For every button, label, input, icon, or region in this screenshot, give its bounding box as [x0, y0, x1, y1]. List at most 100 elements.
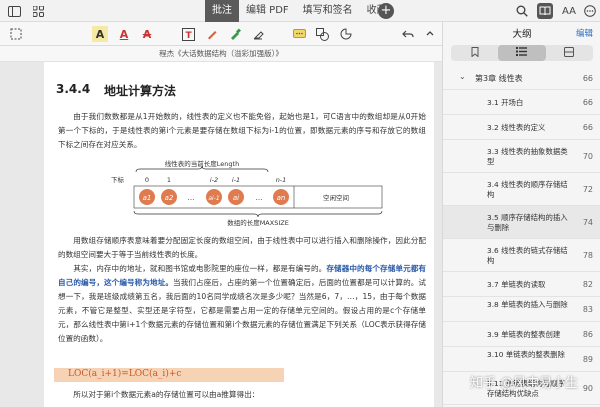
outline-item[interactable]: 3.8 单链表的插入与删除 83	[443, 297, 600, 322]
outline-item[interactable]: 3.2 线性表的定义 66	[443, 115, 600, 140]
outline-sidebar: 大纲 编辑 ⌄ 第3章 线性表 66 3.1 开场白 66 3.2 线性表的定义 66 3.3…	[442, 22, 600, 407]
sidebar-toggle-icon[interactable]	[6, 3, 22, 19]
undo-icon[interactable]	[400, 26, 416, 42]
tab-edit-pdf[interactable]: 编辑 PDF	[239, 0, 296, 22]
paragraph-1: 由于我们数数都是从1开始数的，线性表的定义也不能免俗，起始也是1，可C语言中的数…	[58, 112, 426, 149]
annotation-toolbar: A A A T	[0, 22, 442, 46]
chevron-down-icon[interactable]: ⌄	[459, 72, 466, 82]
strikethrough-tool-icon[interactable]: A	[139, 26, 155, 42]
text-size-icon[interactable]: AA	[560, 3, 578, 19]
index-i-2: i-2	[210, 176, 218, 184]
book-reader-icon[interactable]	[537, 3, 553, 19]
outline-item-label: 3.1 开场白	[487, 97, 524, 107]
tab-bookmarks[interactable]	[451, 45, 498, 61]
outline-item-label: 3.8 单链表的插入与删除	[487, 299, 568, 309]
paragraph-4: 所以对于第i个数据元素a的存储位置可以由a推算得出：	[73, 390, 260, 399]
tab-outline[interactable]	[498, 45, 546, 61]
highlight-tool-icon[interactable]: A	[92, 26, 108, 42]
outline-item[interactable]: 3.3 线性表的抽象数据类型 70	[443, 140, 600, 173]
outline-item-page: 90	[582, 383, 593, 393]
outline-list-icon	[516, 47, 528, 59]
cell-a1-label: a1	[143, 194, 152, 202]
outline-item-label: 3.4 线性表的顺序存储结构	[487, 179, 568, 199]
cell-ellipsis-2: …	[256, 194, 263, 202]
cell-a2-label: a2	[165, 194, 174, 202]
tab-fill-sign[interactable]: 填写和签名	[296, 0, 360, 22]
outline-item-page: 66	[582, 122, 593, 132]
paragraph-3-end: 当我们占座后，占座的第一个位置确定后，后面的位置都是可以计算的。试想一下，我是班…	[58, 278, 427, 343]
index-0: 0	[145, 176, 149, 184]
text-box-icon[interactable]: T	[180, 26, 196, 42]
section-title: 地址计算方法	[104, 84, 177, 98]
mode-tabs: 批注 编辑 PDF 填写和签名 收藏	[205, 0, 394, 22]
section-number: 3.4.4	[56, 82, 91, 96]
tab-thumbnails[interactable]	[546, 45, 593, 61]
document-title-bar: 程杰《大话数据结构（溢彩加强版）》	[0, 46, 442, 62]
outline-item-label: 3.6 线性表的链式存储结构	[487, 245, 568, 265]
paragraph-3: 其实，内存中的地址，就和图书馆或电影院里的座位一样，都是有编号的。存储器中的每个…	[58, 262, 426, 346]
outline-item[interactable]: 3.9 单链表的整表创建 86	[443, 322, 600, 347]
outline-item-page: 70	[582, 151, 593, 161]
free-space-label: 空闲空间	[323, 193, 349, 202]
index-1: 1	[167, 176, 171, 184]
svg-text:T: T	[185, 31, 192, 41]
outline-edit-button[interactable]: 编辑	[576, 27, 593, 39]
collapse-toolbar-icon[interactable]	[422, 26, 438, 42]
tab-annotate[interactable]: 批注	[205, 0, 239, 22]
outline-item[interactable]: 3.5 顺序存储结构的插入与删除 74	[443, 206, 600, 239]
thumbnail-icon	[564, 46, 575, 60]
watermark: 知乎 @风中易小生	[470, 376, 579, 391]
cell-an-label: an	[277, 194, 286, 202]
outline-item-page: 78	[582, 250, 593, 260]
stamp-icon[interactable]	[338, 26, 354, 42]
more-icon[interactable]	[582, 3, 598, 19]
shape-icon[interactable]	[314, 26, 330, 42]
outline-item[interactable]: 3.7 单链表的读取 82	[443, 272, 600, 297]
cell-ellipsis-1: …	[188, 194, 195, 202]
index-label: 下标	[111, 175, 125, 184]
page-gutter-left	[0, 62, 44, 407]
underline-tool-icon[interactable]: A	[116, 26, 132, 42]
outline-item[interactable]: 3.6 线性表的链式存储结构 78	[443, 239, 600, 272]
cell-ai-1-label: ai-1	[208, 195, 219, 202]
outline-item[interactable]: ⌄ 第3章 线性表 66	[443, 68, 600, 90]
outline-item[interactable]: 3.10 单链表的整表删除 89	[443, 347, 600, 372]
add-tab-button[interactable]: +	[378, 3, 394, 19]
outline-item-page: 86	[582, 329, 593, 339]
diagram-maxsize-label: 数组的长度MAXSIZE	[227, 218, 289, 227]
index-i-1: i-1	[232, 176, 240, 184]
select-icon[interactable]	[8, 26, 24, 42]
paragraph-3-start: 其实，内存中的地址，就和图书馆或电影院里的座位一样，都是有编号的。	[73, 264, 327, 273]
eraser-icon[interactable]	[250, 26, 266, 42]
outline-item[interactable]: 3.4 线性表的顺序存储结构 72	[443, 173, 600, 206]
pen-icon[interactable]	[204, 26, 220, 42]
outline-item-page: 82	[582, 279, 593, 289]
outline-item-label: 3.7 单链表的读取	[487, 279, 546, 289]
outline-list: ⌄ 第3章 线性表 66 3.1 开场白 66 3.2 线性表的定义 66 3.3 线性表的抽…	[443, 68, 600, 405]
outline-item-label: 3.10 单链表的整表删除	[487, 349, 565, 359]
outline-item-page: 74	[582, 217, 593, 227]
outline-item-page: 83	[582, 304, 593, 314]
note-icon[interactable]	[291, 26, 307, 42]
grid-view-icon[interactable]	[30, 3, 46, 19]
outline-item-label: 3.2 线性表的定义	[487, 122, 546, 132]
outline-item-label: 3.5 顺序存储结构的插入与删除	[487, 212, 568, 232]
search-icon[interactable]	[514, 3, 530, 19]
outline-item-page: 89	[582, 354, 593, 364]
outline-view-tabs	[451, 45, 593, 61]
pdf-page[interactable]: 3.4.4 地址计算方法 由于我们数数都是从1开始数的，线性表的定义也不能免俗，…	[44, 62, 434, 407]
document-title: 程杰《大话数据结构（溢彩加强版）》	[159, 49, 283, 58]
outline-item-label: 3.9 单链表的整表创建	[487, 329, 561, 339]
maxsize-brace	[133, 210, 383, 218]
bookmark-icon	[471, 46, 479, 60]
page-gutter-right	[434, 62, 442, 407]
marker-icon[interactable]	[227, 26, 243, 42]
outline-item-label: 第3章 线性表	[475, 74, 523, 83]
outline-item-page: 66	[582, 97, 593, 107]
paragraph-2: 用数组存储顺序表意味着要分配固定长度的数组空间，由于线性表中可以进行插入和删除操…	[58, 236, 426, 259]
outline-item-page: 66	[582, 74, 593, 83]
outline-header: 大纲 编辑	[443, 22, 600, 44]
outline-item[interactable]: 3.1 开场白 66	[443, 90, 600, 115]
outline-item-page: 72	[582, 184, 593, 194]
formula-text: LOC(a_i+1)=LOC(a_i)+c	[68, 369, 182, 379]
